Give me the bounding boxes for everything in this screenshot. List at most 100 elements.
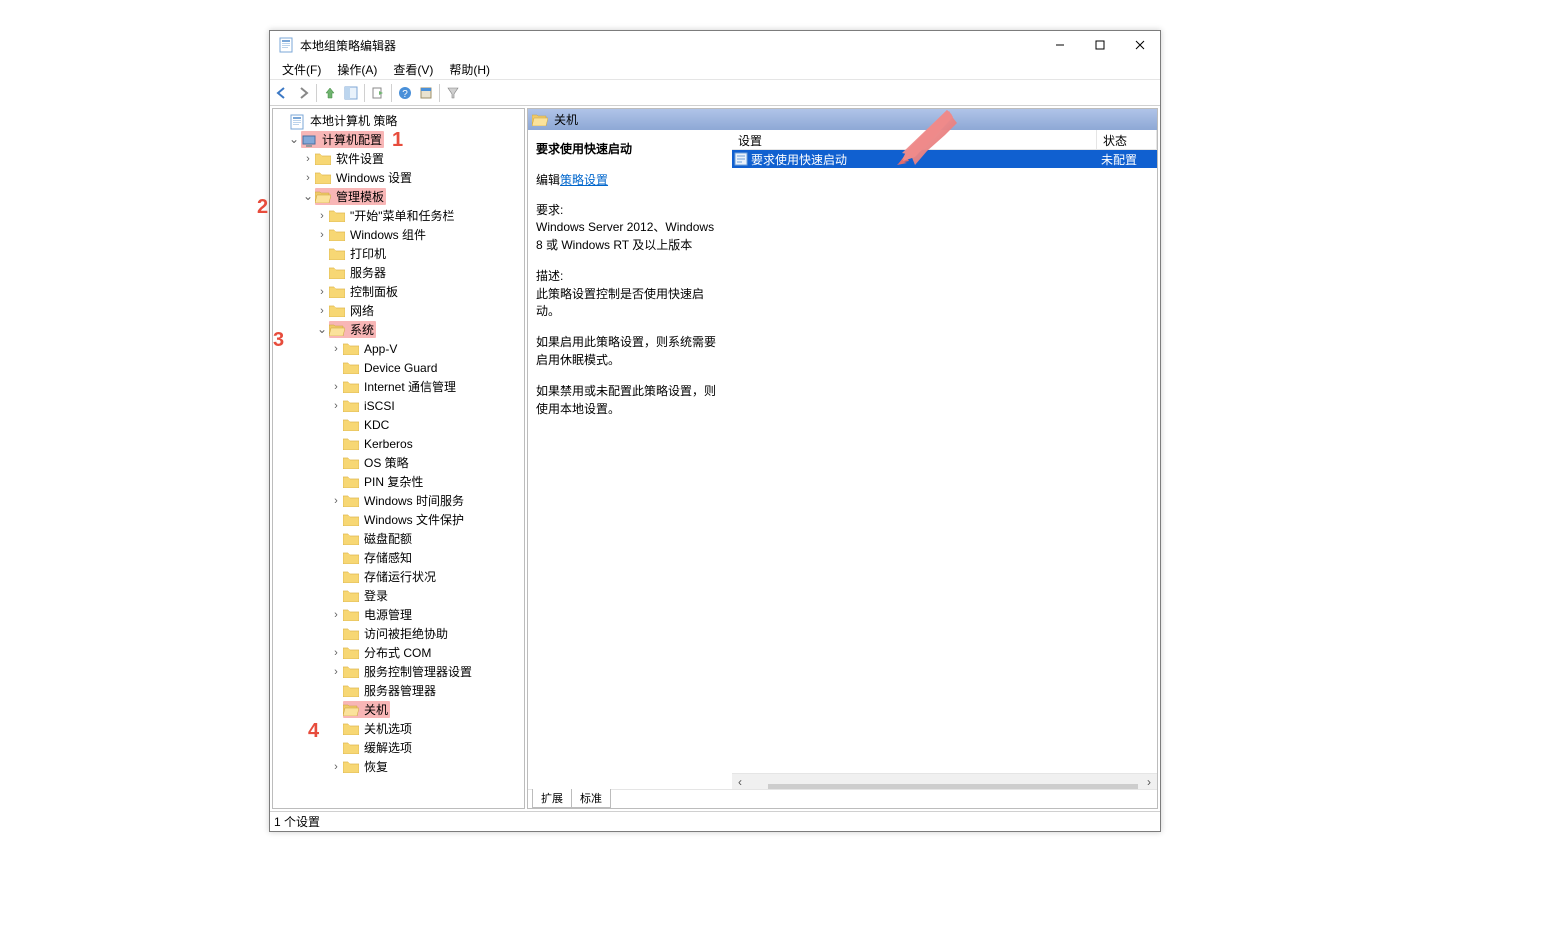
export-button[interactable] <box>368 83 388 103</box>
expand-icon[interactable] <box>329 609 343 621</box>
back-button[interactable] <box>272 83 292 103</box>
tree-node-windows-file-prot[interactable]: Windows 文件保护 <box>273 510 524 529</box>
filter-button[interactable] <box>443 83 463 103</box>
menu-action[interactable]: 操作(A) <box>329 59 385 80</box>
tree-label: 关机选项 <box>362 720 414 737</box>
properties-button[interactable] <box>416 83 436 103</box>
tree-node-windows-settings[interactable]: Windows 设置 <box>273 168 524 187</box>
detail-tabs: 扩展 标准 <box>528 789 1157 808</box>
col-state[interactable]: 状态 <box>1097 130 1157 149</box>
policy-name: 要求使用快速启动 <box>536 140 724 157</box>
scroll-right-icon[interactable]: › <box>1141 775 1157 789</box>
tree-node-storage-sense[interactable]: 存储感知 <box>273 548 524 567</box>
tree-node-power-mgmt[interactable]: 电源管理 <box>273 605 524 624</box>
tree-node-kerberos[interactable]: Kerberos <box>273 434 524 453</box>
tree-node-appv[interactable]: App-V <box>273 339 524 358</box>
tree-node-logon[interactable]: 登录 <box>273 586 524 605</box>
row-state: 未配置 <box>1097 151 1157 168</box>
tree-node-scm-settings[interactable]: 服务控制管理器设置 <box>273 662 524 681</box>
folder-icon <box>343 475 359 488</box>
tree-node-admin-templates[interactable]: 管理模板 <box>273 187 524 206</box>
help-button[interactable]: ? <box>395 83 415 103</box>
tree-node-windows-time[interactable]: Windows 时间服务 <box>273 491 524 510</box>
tree-node-dcom[interactable]: 分布式 COM <box>273 643 524 662</box>
expand-icon[interactable] <box>329 343 343 355</box>
tree-label: 计算机配置 <box>320 131 384 148</box>
scroll-left-icon[interactable]: ‹ <box>732 775 748 789</box>
expand-icon[interactable] <box>315 324 329 336</box>
tree-node-recovery[interactable]: 恢复 <box>273 757 524 776</box>
expand-icon[interactable] <box>301 191 315 203</box>
tree-node-os-policy[interactable]: OS 策略 <box>273 453 524 472</box>
tree-node-servers[interactable]: 服务器 <box>273 263 524 282</box>
expand-icon[interactable] <box>301 153 315 165</box>
scroll-thumb[interactable] <box>768 784 1138 790</box>
tab-standard[interactable]: 标准 <box>571 789 611 808</box>
up-button[interactable] <box>320 83 340 103</box>
tab-extended[interactable]: 扩展 <box>532 789 572 808</box>
folder-icon <box>343 551 359 564</box>
expand-icon[interactable] <box>329 381 343 393</box>
tree-node-shutdown[interactable]: 关机 <box>273 700 524 719</box>
tree-node-start-taskbar[interactable]: "开始"菜单和任务栏 <box>273 206 524 225</box>
tree-node-disk-quota[interactable]: 磁盘配额 <box>273 529 524 548</box>
expand-icon[interactable] <box>287 134 301 146</box>
expand-icon[interactable] <box>315 305 329 317</box>
expand-icon[interactable] <box>329 761 343 773</box>
tree-node-storage-health[interactable]: 存储运行状况 <box>273 567 524 586</box>
expand-icon[interactable] <box>329 495 343 507</box>
tree-node-control-panel[interactable]: 控制面板 <box>273 282 524 301</box>
toolbar: ? <box>270 80 1160 106</box>
folder-icon <box>343 532 359 545</box>
tree-label: Windows 组件 <box>348 226 428 243</box>
horizontal-scrollbar[interactable]: ‹ › <box>732 773 1157 789</box>
expand-icon[interactable] <box>301 172 315 184</box>
tree-node-printers[interactable]: 打印机 <box>273 244 524 263</box>
tree-node-root[interactable]: 本地计算机 策略 <box>273 111 524 130</box>
tree-label: Windows 文件保护 <box>362 511 466 528</box>
expand-icon[interactable] <box>329 400 343 412</box>
tree-node-network[interactable]: 网络 <box>273 301 524 320</box>
tree-label: 访问被拒绝协助 <box>362 625 450 642</box>
close-button[interactable] <box>1120 32 1160 58</box>
expand-icon[interactable] <box>315 210 329 222</box>
tree-node-denied-assist[interactable]: 访问被拒绝协助 <box>273 624 524 643</box>
title-bar[interactable]: 本地组策略编辑器 <box>270 31 1160 59</box>
menu-view[interactable]: 查看(V) <box>385 59 441 80</box>
folder-icon <box>343 342 359 355</box>
tree-node-windows-components[interactable]: Windows 组件 <box>273 225 524 244</box>
tree-node-device-guard[interactable]: Device Guard <box>273 358 524 377</box>
menu-file[interactable]: 文件(F) <box>274 59 329 80</box>
annotation-4: 4 <box>308 720 319 743</box>
folder-icon <box>343 665 359 678</box>
folder-icon <box>343 570 359 583</box>
menu-help[interactable]: 帮助(H) <box>441 59 498 80</box>
expand-icon[interactable] <box>329 666 343 678</box>
tree-label: 本地计算机 策略 <box>308 112 399 129</box>
tree-label: 存储感知 <box>362 549 414 566</box>
folder-icon <box>315 171 331 184</box>
expand-icon[interactable] <box>315 229 329 241</box>
desc-3: 如果禁用或未配置此策略设置，则使用本地设置。 <box>536 383 724 418</box>
show-hide-tree-button[interactable] <box>341 83 361 103</box>
annotation-arrow-icon <box>897 105 957 165</box>
tree-node-iscsi[interactable]: iSCSI <box>273 396 524 415</box>
folder-icon <box>343 684 359 697</box>
tree-node-pin-complex[interactable]: PIN 复杂性 <box>273 472 524 491</box>
tree-node-server-manager[interactable]: 服务器管理器 <box>273 681 524 700</box>
tree-node-internet-comm[interactable]: Internet 通信管理 <box>273 377 524 396</box>
tree-pane[interactable]: 本地计算机 策略 计算机配置 <box>272 108 525 809</box>
folder-icon <box>329 228 345 241</box>
tree-node-kdc[interactable]: KDC <box>273 415 524 434</box>
maximize-button[interactable] <box>1080 32 1120 58</box>
tree-label: OS 策略 <box>362 454 411 471</box>
expand-icon[interactable] <box>329 647 343 659</box>
expand-icon[interactable] <box>315 286 329 298</box>
minimize-button[interactable] <box>1040 32 1080 58</box>
folder-icon <box>343 741 359 754</box>
forward-button[interactable] <box>293 83 313 103</box>
folder-icon <box>343 646 359 659</box>
tree-node-system[interactable]: 系统 <box>273 320 524 339</box>
folder-icon <box>329 266 345 279</box>
edit-policy-link[interactable]: 策略设置 <box>560 173 608 187</box>
